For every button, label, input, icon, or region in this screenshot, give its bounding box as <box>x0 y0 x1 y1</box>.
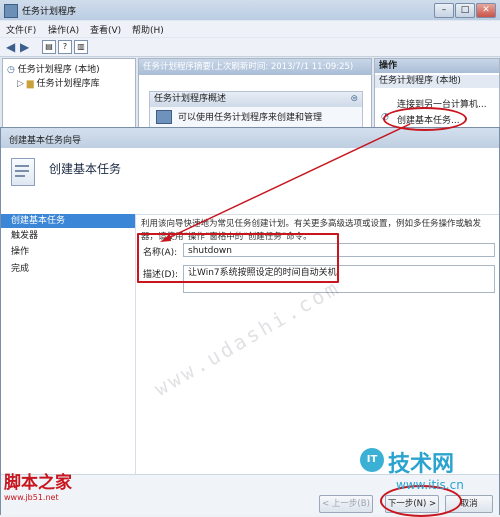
jb51-logo-text: 脚本之家 <box>4 473 72 493</box>
jb51-logo: 脚本之家 www.jb51.net <box>4 468 72 502</box>
jb51-logo-url: www.jb51.net <box>4 493 59 502</box>
itis-logo-url: www.itis.cn <box>396 478 464 492</box>
annotation-box-fields <box>137 233 339 283</box>
itis-badge-icon: IT <box>360 448 384 472</box>
itis-logo: IT 技术网 www.itis.cn <box>360 440 490 500</box>
itis-logo-name: 技术网 <box>388 452 455 477</box>
